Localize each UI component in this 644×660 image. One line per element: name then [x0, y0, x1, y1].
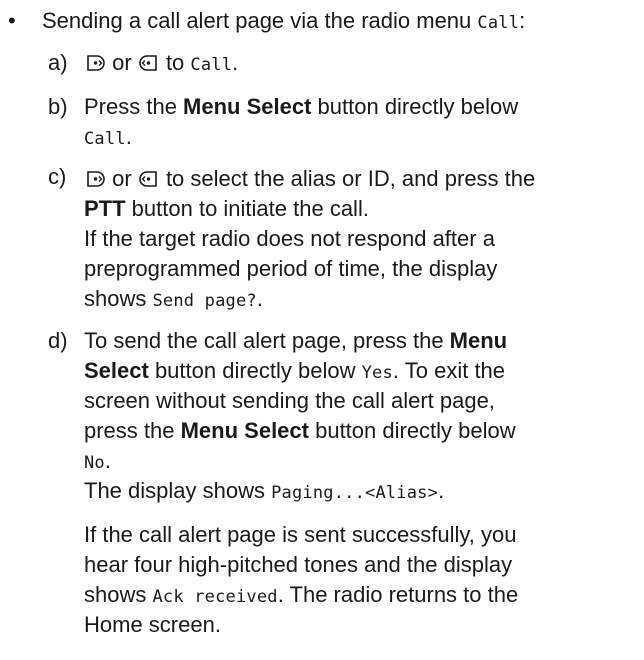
step-c-note-line1: If the target radio does not respond aft… — [84, 226, 495, 251]
step-b-line2: Call. — [84, 122, 132, 154]
step-d-line2-mono: Yes — [361, 363, 393, 383]
step-c-note-pre: shows — [84, 286, 153, 311]
step-a-target: Call — [190, 55, 233, 75]
step-b-label: b) — [48, 94, 68, 119]
intro-menu-item: Call — [477, 13, 520, 33]
bullet-marker: • — [8, 8, 16, 33]
step-c-button: PTT — [84, 196, 126, 221]
result-line3-pre: shows — [84, 582, 153, 607]
intro-line: Sending a call alert page via the radio … — [42, 6, 525, 38]
step-c-or: or — [112, 166, 132, 191]
step-d-line1: To send the call alert page, press the M… — [84, 326, 507, 356]
step-b-line1: Press the Menu Select button directly be… — [84, 92, 518, 122]
step-c-rest: to select the alias or ID, and press the — [165, 166, 536, 191]
step-b-pre: Press the — [84, 94, 184, 119]
step-c-note-line3: shows Send page?. — [84, 284, 263, 316]
nav-right-icon — [85, 167, 105, 197]
step-d-line6-pre: The display shows — [84, 478, 272, 503]
nav-right-icon — [85, 51, 105, 81]
step-d-line2-post: button directly below — [148, 358, 362, 383]
step-d-line4-pre: press the — [84, 418, 181, 443]
result-line3-post: . The radio returns to the — [277, 582, 519, 607]
step-d-line2: Select button directly below Yes. To exi… — [84, 356, 505, 388]
result-line2: hear four high-pitched tones and the dis… — [84, 552, 513, 577]
step-d-line2-end: . To exit the — [392, 358, 506, 383]
step-d-line6-mono: Paging...<Alias> — [271, 483, 439, 503]
step-c-note-mono: Send page? — [152, 291, 257, 311]
step-b-button: Menu Select — [183, 94, 312, 119]
step-d-line5-mono: No — [84, 453, 105, 473]
step-c-line2: PTT button to initiate the call. — [84, 194, 369, 224]
step-c-note-line2: preprogrammed period of time, the displa… — [84, 256, 498, 281]
result-line4: Home screen. — [84, 612, 221, 637]
step-d-line3: screen without sending the call alert pa… — [84, 388, 495, 413]
step-a-line: or to Call. — [84, 48, 238, 81]
result-line3-mono: Ack received — [152, 587, 278, 607]
step-a-to: to — [165, 50, 185, 75]
step-d-line4-bold: Menu Select — [180, 418, 309, 443]
step-d-line4: press the Menu Select button directly be… — [84, 416, 516, 446]
nav-left-icon — [139, 51, 159, 81]
step-d-line6: The display shows Paging...<Alias>. — [84, 476, 444, 508]
step-c-label: c) — [48, 164, 67, 189]
step-d-line1-bold: Menu — [449, 328, 508, 353]
step-b-post: button directly below — [311, 94, 519, 119]
intro-colon: : — [519, 8, 526, 33]
step-a-label: a) — [48, 50, 68, 75]
step-c-line1: or to select the alias or ID, and press … — [84, 164, 535, 197]
step-b-period: . — [125, 124, 132, 149]
step-d-line5-end: . — [104, 448, 111, 473]
step-a-or: or — [112, 50, 132, 75]
step-c-note-period: . — [256, 286, 263, 311]
step-c-post: button to initiate the call. — [125, 196, 369, 221]
step-d-line2-bold: Select — [84, 358, 149, 383]
step-d-line4-post: button directly below — [308, 418, 516, 443]
step-d-label: d) — [48, 328, 68, 353]
result-line1: If the call alert page is sent successfu… — [84, 522, 517, 547]
step-a-period: . — [232, 50, 239, 75]
step-b-target: Call — [84, 129, 126, 149]
step-d-line5: No. — [84, 446, 111, 478]
intro-text: Sending a call alert page via the radio … — [42, 8, 478, 33]
result-line3: shows Ack received. The radio returns to… — [84, 580, 518, 612]
step-d-line1-pre: To send the call alert page, press the — [84, 328, 450, 353]
nav-left-icon — [139, 167, 159, 197]
step-d-line6-end: . — [438, 478, 445, 503]
